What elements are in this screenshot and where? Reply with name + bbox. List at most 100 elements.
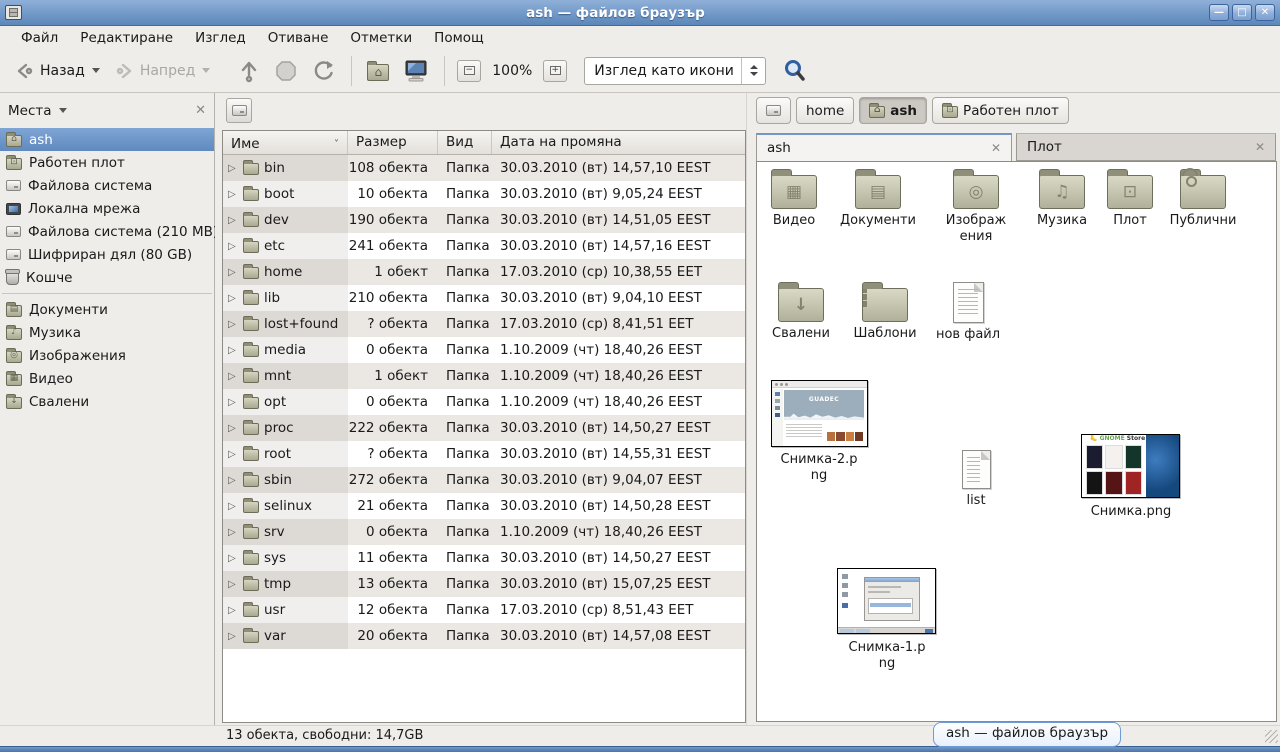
file-list[interactable]: list bbox=[948, 450, 1004, 509]
thumbnail-snimka[interactable]: 🦶 GNOME Store bbox=[1081, 434, 1180, 498]
column-header-type[interactable]: Вид bbox=[438, 131, 492, 154]
maximize-button[interactable]: □ bbox=[1232, 4, 1252, 21]
sidebar-item-Кошче[interactable]: Кошче bbox=[0, 266, 214, 289]
expander-icon[interactable]: ▷ bbox=[228, 605, 238, 616]
table-row-root[interactable]: ▷root? обектаПапка30.03.2010 (вт) 14,55,… bbox=[223, 441, 745, 467]
folder-images[interactable]: ◎ Изображения bbox=[934, 175, 1018, 245]
sidebar-pane-selector[interactable]: Места bbox=[8, 103, 67, 119]
table-row-lib[interactable]: ▷lib210 обектаПапка30.03.2010 (вт) 9,04,… bbox=[223, 285, 745, 311]
sidebar-item-Шифриран дял (80 GB)[interactable]: Шифриран дял (80 GB) bbox=[0, 243, 214, 266]
stop-button[interactable] bbox=[268, 55, 304, 87]
path-button-ash[interactable]: ⌂ash bbox=[859, 97, 927, 124]
file-label[interactable]: Снимка-2.png bbox=[779, 452, 859, 484]
menu-item-Редактиране[interactable]: Редактиране bbox=[69, 28, 184, 48]
path-button-Работен плот[interactable]: ⊡Работен плот bbox=[932, 97, 1069, 124]
menu-item-Отиване[interactable]: Отиване bbox=[257, 28, 340, 48]
table-row-var[interactable]: ▷var20 обектаПапка30.03.2010 (вт) 14,57,… bbox=[223, 623, 745, 649]
table-row-home[interactable]: ▷home1 обектПапка17.03.2010 (ср) 10,38,5… bbox=[223, 259, 745, 285]
expander-icon[interactable]: ▷ bbox=[228, 163, 238, 174]
table-row-boot[interactable]: ▷boot10 обектаПапка30.03.2010 (вт) 9,05,… bbox=[223, 181, 745, 207]
sidebar-item-ash[interactable]: ⌂ash bbox=[0, 128, 214, 151]
sidebar-item-Файлова система (210 MB)[interactable]: Файлова система (210 MB) bbox=[0, 220, 214, 243]
sidebar-item-Изображения[interactable]: ◎Изображения bbox=[0, 344, 214, 367]
table-row-opt[interactable]: ▷opt0 обектаПапка1.10.2009 (чт) 18,40,26… bbox=[223, 389, 745, 415]
expander-icon[interactable]: ▷ bbox=[228, 423, 238, 434]
back-dropdown-icon[interactable] bbox=[92, 68, 100, 73]
file-label[interactable]: Снимка-1.png bbox=[847, 640, 927, 672]
table-row-media[interactable]: ▷media0 обектаПапка1.10.2009 (чт) 18,40,… bbox=[223, 337, 745, 363]
expander-icon[interactable]: ▷ bbox=[228, 475, 238, 486]
expander-icon[interactable]: ▷ bbox=[228, 553, 238, 564]
menu-item-Файл[interactable]: Файл bbox=[10, 28, 69, 48]
sidebar-item-Документи[interactable]: ▤Документи bbox=[0, 298, 214, 321]
pane-splitter[interactable] bbox=[215, 93, 222, 725]
folder-public[interactable]: Публични bbox=[1161, 175, 1245, 229]
table-row-bin[interactable]: ▷bin108 обектаПапка30.03.2010 (вт) 14,57… bbox=[223, 155, 745, 181]
table-row-tmp[interactable]: ▷tmp13 обектаПапка30.03.2010 (вт) 15,07,… bbox=[223, 571, 745, 597]
expander-icon[interactable]: ▷ bbox=[228, 397, 238, 408]
thumbnail-snimka-2[interactable]: GUADEC bbox=[771, 380, 868, 447]
expander-icon[interactable]: ▷ bbox=[228, 189, 238, 200]
home-button[interactable]: ⌂ bbox=[361, 56, 395, 85]
computer-button[interactable] bbox=[397, 55, 435, 87]
forward-dropdown-icon[interactable] bbox=[202, 68, 210, 73]
table-row-selinux[interactable]: ▷selinux21 обектаПапка30.03.2010 (вт) 14… bbox=[223, 493, 745, 519]
table-row-usr[interactable]: ▷usr12 обектаПапка17.03.2010 (ср) 8,51,4… bbox=[223, 597, 745, 623]
tab-Плот[interactable]: Плот✕ bbox=[1016, 133, 1276, 161]
sidebar-item-Видео[interactable]: ▦Видео bbox=[0, 367, 214, 390]
sidebar-item-Файлова система[interactable]: Файлова система bbox=[0, 174, 214, 197]
folder-video[interactable]: ▦ Видео bbox=[756, 175, 836, 229]
zoom-in-button[interactable]: + bbox=[543, 60, 567, 82]
folder-templates[interactable]: Шаблони bbox=[843, 288, 927, 342]
folder-documents[interactable]: ▤ Документи bbox=[836, 175, 920, 229]
expander-icon[interactable]: ▷ bbox=[228, 527, 238, 538]
tab-ash[interactable]: ash✕ bbox=[756, 133, 1012, 161]
filesystem-root-button[interactable] bbox=[226, 98, 252, 123]
view-mode-select[interactable]: Изглед като икони bbox=[584, 57, 766, 85]
table-row-proc[interactable]: ▷proc222 обектаПапка30.03.2010 (вт) 14,5… bbox=[223, 415, 745, 441]
expander-icon[interactable]: ▷ bbox=[228, 319, 238, 330]
sidebar-item-Локална мрежа[interactable]: Локална мрежа bbox=[0, 197, 214, 220]
reload-button[interactable] bbox=[306, 55, 342, 87]
expander-icon[interactable]: ▷ bbox=[228, 293, 238, 304]
file-label[interactable]: Снимка.png bbox=[1087, 504, 1175, 520]
expander-icon[interactable]: ▷ bbox=[228, 579, 238, 590]
expander-icon[interactable]: ▷ bbox=[228, 371, 238, 382]
folder-desktop[interactable]: ⊡ Плот bbox=[1088, 175, 1172, 229]
expander-icon[interactable]: ▷ bbox=[228, 215, 238, 226]
table-row-sbin[interactable]: ▷sbin272 обектаПапка30.03.2010 (вт) 9,04… bbox=[223, 467, 745, 493]
minimize-button[interactable]: — bbox=[1209, 4, 1229, 21]
menu-item-Изглед[interactable]: Изглед bbox=[184, 28, 257, 48]
expander-icon[interactable]: ▷ bbox=[228, 501, 238, 512]
expander-icon[interactable]: ▷ bbox=[228, 267, 238, 278]
expander-icon[interactable]: ▷ bbox=[228, 241, 238, 252]
expander-icon[interactable]: ▷ bbox=[228, 449, 238, 460]
column-header-name[interactable]: Име ˅ bbox=[223, 131, 348, 154]
table-row-mnt[interactable]: ▷mnt1 обектПапка1.10.2009 (чт) 18,40,26 … bbox=[223, 363, 745, 389]
table-row-srv[interactable]: ▷srv0 обектаПапка1.10.2009 (чт) 18,40,26… bbox=[223, 519, 745, 545]
file-new-file[interactable]: нов файл bbox=[926, 282, 1010, 343]
column-header-date[interactable]: Дата на промяна bbox=[492, 131, 745, 154]
sidebar-item-Свалени[interactable]: ↓Свалени bbox=[0, 390, 214, 413]
tab-close-icon[interactable]: ✕ bbox=[991, 141, 1001, 155]
column-header-size[interactable]: Размер bbox=[348, 131, 438, 154]
table-row-sys[interactable]: ▷sys11 обектаПапка30.03.2010 (вт) 14,50,… bbox=[223, 545, 745, 571]
sidebar-close-icon[interactable]: ✕ bbox=[195, 103, 206, 118]
folder-downloads[interactable]: ↓ Свалени bbox=[759, 288, 843, 342]
resize-grip[interactable] bbox=[1265, 730, 1278, 743]
back-button[interactable]: Назад bbox=[8, 58, 106, 84]
expander-icon[interactable]: ▷ bbox=[228, 345, 238, 356]
menu-item-Помощ[interactable]: Помощ bbox=[423, 28, 495, 48]
sidebar-item-Работен плот[interactable]: ⊡Работен плот bbox=[0, 151, 214, 174]
tab-close-icon[interactable]: ✕ bbox=[1255, 140, 1265, 154]
table-row-etc[interactable]: ▷etc241 обектаПапка30.03.2010 (вт) 14,57… bbox=[223, 233, 745, 259]
forward-button[interactable]: Напред bbox=[108, 58, 216, 84]
search-button[interactable] bbox=[776, 54, 814, 88]
path-button-filesystem[interactable] bbox=[756, 97, 791, 124]
table-row-dev[interactable]: ▷dev190 обектаПапка30.03.2010 (вт) 14,51… bbox=[223, 207, 745, 233]
table-row-lost+found[interactable]: ▷lost+found? обектаПапка17.03.2010 (ср) … bbox=[223, 311, 745, 337]
sidebar-item-Музика[interactable]: ♪Музика bbox=[0, 321, 214, 344]
expander-icon[interactable]: ▷ bbox=[228, 631, 238, 642]
thumbnail-snimka-1[interactable] bbox=[837, 568, 936, 634]
up-button[interactable] bbox=[232, 55, 266, 87]
